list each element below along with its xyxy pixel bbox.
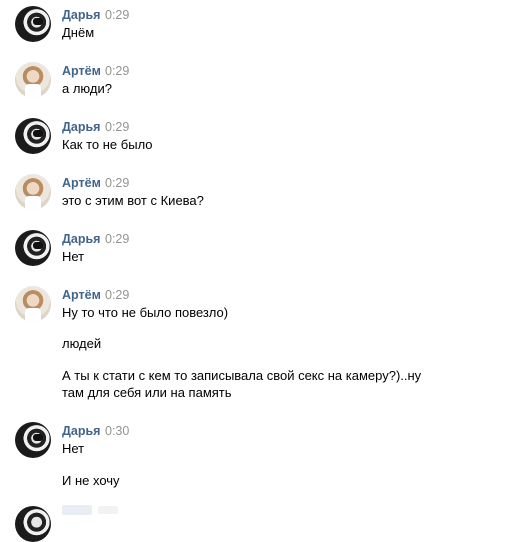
avatar[interactable] — [15, 62, 51, 98]
avatar[interactable] — [15, 174, 51, 210]
message-text: И не хочу — [62, 473, 120, 488]
message-time[interactable]: 0:29 — [105, 120, 129, 134]
message-time[interactable]: 0:29 — [105, 288, 129, 302]
author-name[interactable]: Дарья — [62, 232, 100, 246]
message-text: это с этим вот с Киева? — [62, 193, 204, 208]
message-text: Нет — [62, 441, 85, 456]
avatar[interactable] — [15, 230, 51, 266]
message-text: людей — [62, 336, 102, 351]
author-name[interactable]: Дарья — [62, 8, 100, 22]
message-time[interactable]: 0:30 — [105, 424, 129, 438]
message-time[interactable]: 0:29 — [105, 8, 129, 22]
message-text: там для себя или на память — [62, 385, 232, 400]
avatar[interactable] — [15, 506, 51, 542]
message-text: а люди? — [62, 81, 112, 96]
avatar[interactable] — [15, 286, 51, 322]
avatar[interactable] — [15, 422, 51, 458]
message-time[interactable]: 0:29 — [105, 176, 129, 190]
message-text: Днём — [62, 25, 95, 40]
author-name[interactable]: Артём — [62, 64, 101, 78]
message-text: Нет — [62, 249, 85, 264]
message-text: Ну то что не было повезло) — [62, 305, 229, 320]
avatar[interactable] — [15, 6, 51, 42]
author-name[interactable]: Дарья — [62, 120, 100, 134]
message-time[interactable] — [98, 506, 118, 514]
message-text: А ты к стати с кем то записывала свой се… — [62, 368, 422, 383]
author-name[interactable]: Артём — [62, 176, 101, 190]
message-time[interactable]: 0:29 — [105, 64, 129, 78]
avatar[interactable] — [15, 118, 51, 154]
author-name[interactable]: Артём — [62, 288, 101, 302]
message-text: Как то не было — [62, 137, 153, 152]
message-time[interactable]: 0:29 — [105, 232, 129, 246]
author-name[interactable]: Дарья — [62, 424, 100, 438]
